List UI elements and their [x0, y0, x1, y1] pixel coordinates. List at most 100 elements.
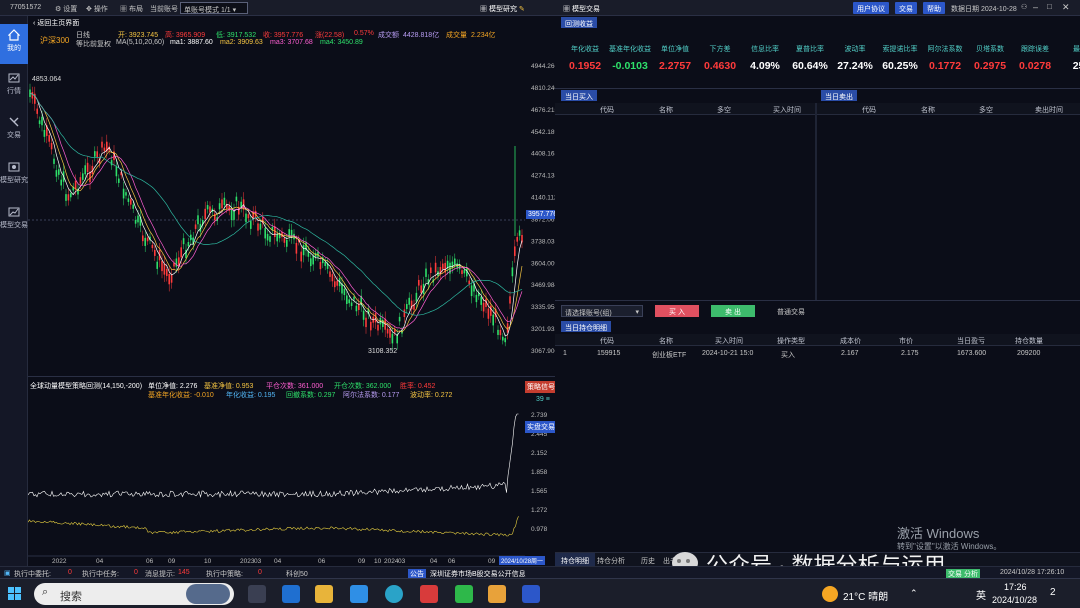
messages-count[interactable]: 145	[178, 569, 190, 576]
store-icon[interactable]	[350, 585, 368, 603]
data-date: 数据日期 2024-10-28	[951, 6, 1017, 13]
pane-divider	[28, 376, 555, 377]
buy-button[interactable]: 买 入	[655, 305, 699, 317]
candle-body	[329, 271, 331, 277]
clock-time[interactable]: 17:26	[1004, 582, 1027, 592]
sell-col-side: 多空	[979, 107, 993, 114]
help-button[interactable]: 帮助	[923, 2, 945, 14]
ma2-line	[29, 92, 523, 333]
strategy-signal-tag[interactable]: 策略信号	[525, 381, 557, 393]
taskbar-search[interactable]: ⌕ 搜索	[34, 583, 234, 605]
tab-backtest-return[interactable]: 回测收益	[561, 17, 597, 28]
clock-date[interactable]: 2024/10/28	[992, 595, 1037, 605]
candle-body	[403, 309, 406, 318]
layout-menu[interactable]: ▦ 布局	[120, 4, 143, 14]
normal-trade-link[interactable]: 普通交易	[777, 307, 805, 317]
price-tick: 4542.189	[531, 129, 555, 136]
notification-badge[interactable]: 2	[1050, 587, 1056, 598]
candle-body	[499, 329, 502, 336]
strategy-title: 全球动量模型策略回测(14,150,-200)	[30, 383, 143, 390]
index-name: 沪深300	[40, 36, 70, 45]
kline-chart-panel[interactable]: 4944.266 4810.240 4676.215 4542.189 4408.163…	[28, 16, 560, 566]
x-cursor-date: 2024/10/28周一	[499, 556, 546, 565]
strategy-bench-annual: 基准年化收益: -0.010	[148, 392, 214, 399]
tab-today-positions[interactable]: 当日持仓明细	[561, 321, 611, 332]
skin-icon[interactable]: ⚇	[1021, 3, 1027, 11]
tab-history[interactable]: 历史	[641, 556, 655, 566]
candle-body	[288, 229, 290, 237]
candle-body	[514, 246, 516, 256]
mode-select[interactable]: 单账号模式 1/1 ▾	[180, 2, 248, 14]
sidebar-item-model-trade[interactable]: 模型交易	[0, 206, 28, 230]
status-datetime: 2024/10/28 17:26:10	[1000, 569, 1065, 576]
file-explorer-icon[interactable]	[315, 585, 333, 603]
sun-icon	[822, 586, 838, 602]
sidebar-item-model-research[interactable]: 模型研究	[0, 161, 28, 185]
user-agreement-button[interactable]: 用户协议	[853, 2, 889, 14]
app-icon[interactable]	[488, 585, 506, 603]
tools-icon	[9, 117, 19, 127]
candle-body	[67, 194, 70, 201]
table-cell: 1	[563, 350, 567, 357]
candle-body	[94, 151, 96, 157]
sidebar-item-mine[interactable]: 我的	[0, 24, 28, 64]
ma2-value: ma2: 3909.63	[220, 39, 263, 46]
adjust-label: 等比前复权	[76, 41, 111, 48]
account-select[interactable]: 请选择账号(组) ▾	[561, 305, 643, 317]
buy-col-side: 多空	[717, 107, 731, 114]
candle-body	[490, 305, 492, 316]
sell-button[interactable]: 卖 出	[711, 305, 755, 317]
task-view-icon[interactable]	[248, 585, 266, 603]
tab-position-detail[interactable]: 持仓明细	[555, 553, 595, 566]
wechat-app-icon[interactable]	[455, 585, 473, 603]
candle-body	[336, 280, 338, 286]
sell-col-code: 代码	[862, 107, 876, 114]
buy-col-name: 名称	[659, 107, 673, 114]
candle-body	[487, 308, 490, 319]
sidebar-item-market[interactable]: 行情	[0, 72, 28, 96]
candle-body	[103, 147, 106, 152]
candle-body	[257, 223, 259, 231]
windows-start-icon[interactable]	[8, 587, 22, 601]
sub-tick: 2.152	[531, 450, 548, 457]
price-tick: 4944.266	[531, 63, 555, 70]
quant-app-icon[interactable]	[522, 585, 540, 603]
tab-today-buy[interactable]: 当日买入	[561, 90, 597, 101]
live-trade-tag[interactable]: 实盘交易	[525, 421, 557, 433]
weather-text[interactable]: 21°C 晴朗	[843, 588, 888, 603]
search-icon: ⌕	[42, 586, 49, 598]
table-splitter[interactable]	[815, 103, 817, 300]
table-row[interactable]: 1 159915 创业板ETF 2024-10-21 15:0 买入 2.167 2.175…	[555, 348, 1080, 360]
edge-icon[interactable]	[385, 585, 403, 603]
tray-chevron-icon[interactable]: ⌃	[910, 588, 918, 599]
maximize-icon[interactable]: □	[1047, 2, 1052, 11]
wps-icon[interactable]	[420, 585, 438, 603]
candle-body	[451, 261, 454, 269]
tab-today-sell[interactable]: 当日卖出	[821, 90, 857, 101]
minimize-icon[interactable]: –	[1033, 2, 1038, 12]
x-tick: 2023	[240, 558, 255, 565]
candle-body	[204, 208, 206, 219]
candle-body	[122, 188, 125, 199]
tab-position-analysis[interactable]: 持仓分析	[597, 556, 625, 566]
sidebar-item-trade[interactable]: 交易	[0, 116, 28, 140]
operation-menu[interactable]: ✥ 操作	[86, 4, 108, 14]
price-tick: 4676.215	[531, 107, 555, 114]
x-tick: 04	[274, 558, 282, 565]
candle-body	[430, 267, 432, 274]
candle-body	[132, 204, 134, 209]
back-home-link[interactable]: ‹ 返回主页界面	[33, 18, 79, 28]
outlook-icon[interactable]	[282, 585, 300, 603]
x-tick: 09	[358, 558, 366, 565]
candle-body	[334, 281, 336, 288]
candle-body	[209, 206, 211, 213]
ime-indicator[interactable]: 英	[976, 587, 986, 602]
close-icon[interactable]: ✕	[1062, 2, 1070, 13]
candle-body	[166, 268, 168, 276]
kline-svg[interactable]: 4944.266 4810.240 4676.215 4542.189 4408.163…	[28, 16, 555, 566]
pos-col-3: 操作类型	[777, 338, 805, 345]
candle-body	[235, 196, 238, 202]
trade-button[interactable]: 交易	[895, 2, 917, 14]
settings-menu[interactable]: ⚙ 设置	[55, 4, 77, 14]
pos-col-6: 当日盈亏	[957, 338, 985, 345]
